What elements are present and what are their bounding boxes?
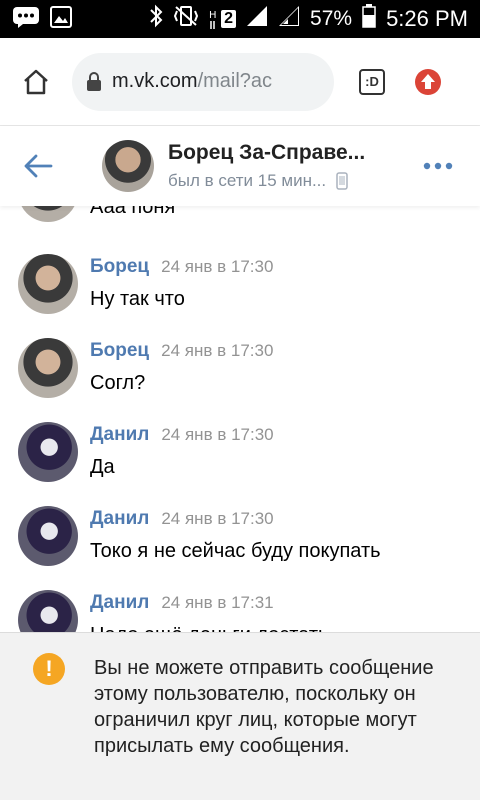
contact-name: Борец За-Справе... [168, 141, 366, 164]
avatar[interactable] [18, 590, 78, 632]
message-text: Токо я не сейчас буду покупать [90, 540, 381, 562]
update-button[interactable] [406, 60, 450, 104]
battery-percent: 57% [310, 7, 353, 30]
message-time: 24 янв в 17:30 [161, 341, 274, 360]
url-path: /mail?ac [197, 70, 273, 92]
avatar[interactable] [18, 254, 78, 314]
message-text: Согл? [90, 372, 146, 394]
chat-header: Борец За-Справе... был в сети 15 мин... [0, 126, 480, 206]
message-text: Ааа поня [90, 206, 176, 218]
url-host: m.vk.com [112, 70, 198, 92]
message-time: 24 янв в 17:30 [161, 425, 274, 444]
sim-number: 2 [221, 10, 237, 28]
contact-status: был в сети 15 мин... [168, 171, 418, 191]
write-restriction-notice: ! Вы не можете отправить сообщение этому… [0, 632, 480, 800]
message-author[interactable]: Борец [90, 340, 149, 362]
avatar[interactable] [18, 422, 78, 482]
message-list[interactable]: Ааа поня Борец 24 янв в 17:30 Ну так что… [0, 206, 480, 632]
browser-toolbar: m.vk.com/mail?ac :D [0, 38, 480, 126]
message-author[interactable]: Данил [90, 592, 149, 614]
home-button[interactable] [12, 58, 60, 106]
chat-title-block[interactable]: Борец За-Справе... был в сети 15 мин... [168, 141, 418, 191]
message-header: Данил 24 янв в 17:30 [90, 424, 274, 446]
bluetooth-icon [149, 4, 163, 34]
message-header: Данил 24 янв в 17:30 [90, 508, 274, 530]
network-sim-icon: H 2 [209, 8, 237, 30]
message-header: Данил 24 янв в 17:31 [90, 592, 274, 614]
avatar[interactable] [18, 506, 78, 566]
message-header: Борец 24 янв в 17:30 [90, 256, 273, 278]
more-dots-icon [423, 162, 453, 170]
message-author[interactable]: Данил [90, 424, 149, 446]
message-text: Да [90, 456, 115, 478]
message-text: Надо ещё деньги достать [90, 624, 328, 632]
vibrate-icon [173, 5, 199, 33]
notice-text: Вы не можете отправить сообщение этому п… [94, 657, 434, 757]
clock: 5:26 PM [386, 6, 468, 31]
update-arrow-icon [415, 68, 441, 95]
message-time: 24 янв в 17:31 [161, 593, 274, 612]
tab-switcher-icon: :D [359, 68, 385, 95]
back-button[interactable] [0, 126, 76, 206]
avatar[interactable] [18, 206, 78, 222]
avatar[interactable] [102, 140, 154, 192]
last-seen-text: был в сети 15 мин... [168, 171, 327, 190]
image-notification-icon [50, 5, 72, 33]
message-text: Ну так что [90, 288, 185, 310]
message-time: 24 янв в 17:30 [161, 257, 274, 276]
chat-notification-icon [12, 6, 40, 33]
signal-icon-2 [278, 5, 300, 33]
svg-text:H: H [209, 10, 217, 21]
back-arrow-icon [24, 154, 53, 178]
avatar[interactable] [18, 338, 78, 398]
warning-icon: ! [33, 653, 65, 685]
lock-icon [87, 71, 101, 91]
tabs-button[interactable]: :D [350, 60, 394, 104]
address-bar[interactable]: m.vk.com/mail?ac [72, 52, 334, 111]
battery-icon [362, 4, 376, 34]
home-icon [24, 69, 48, 94]
message-author[interactable]: Данил [90, 508, 149, 530]
mobile-device-icon [336, 172, 348, 190]
message-author[interactable]: Борец [90, 256, 149, 278]
message-time: 24 янв в 17:30 [161, 509, 274, 528]
signal-icon-1 [246, 5, 268, 33]
url-text: m.vk.com/mail?ac [112, 70, 272, 93]
status-bar: H 2 57% 5:26 PM [0, 0, 480, 38]
message-header: Борец 24 янв в 17:30 [90, 340, 273, 362]
more-options-button[interactable] [420, 148, 456, 184]
